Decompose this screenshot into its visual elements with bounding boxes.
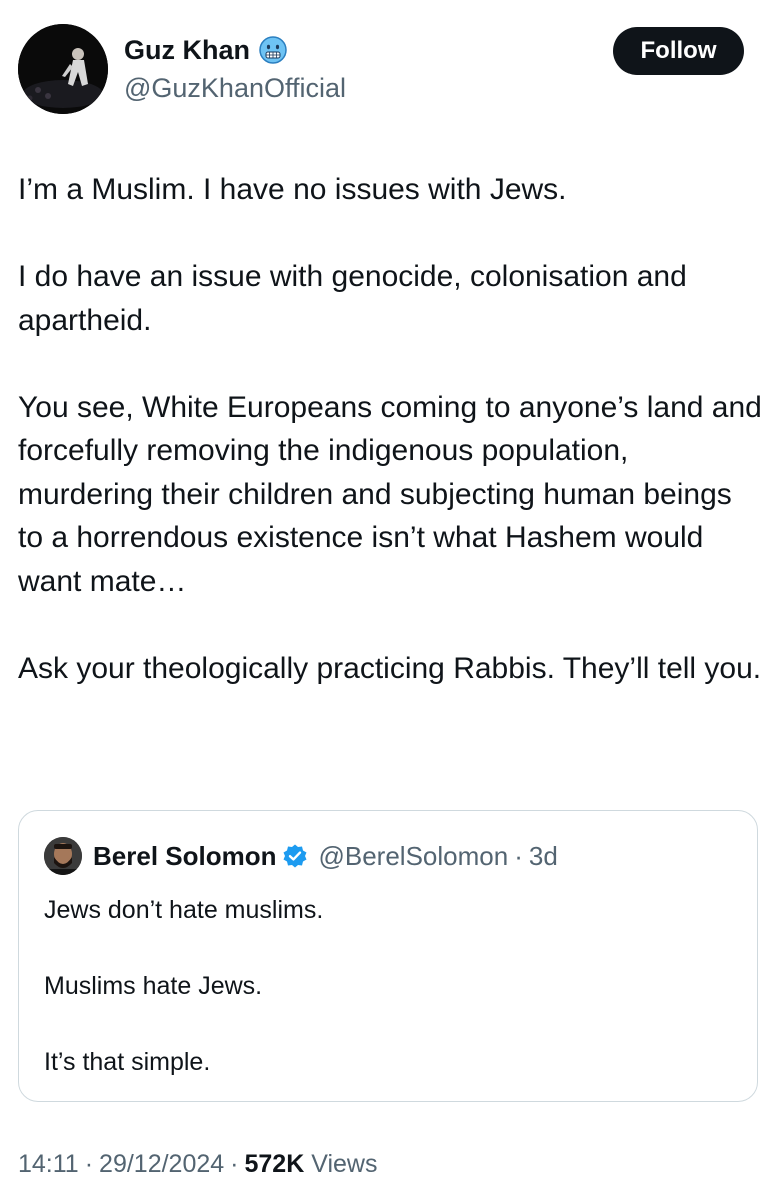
tweet-paragraph: You see, White Europeans coming to anyon… — [18, 390, 762, 598]
author-handle[interactable]: @GuzKhanOfficial — [124, 72, 346, 104]
quote-separator: · — [514, 840, 523, 871]
author-avatar[interactable] — [18, 24, 108, 114]
follow-button[interactable]: Follow — [613, 27, 744, 75]
cold-face-emoji-icon — [258, 35, 288, 65]
quote-paragraph: Jews don’t hate muslims. — [44, 896, 324, 924]
tweet-text: I’m a Muslim. I have no issues with Jews… — [18, 168, 763, 690]
tweet-paragraph: I do have an issue with genocide, coloni… — [18, 260, 687, 337]
quoted-tweet[interactable]: Berel Solomon @BerelSolomon · 3d Jews do… — [18, 810, 758, 1102]
quote-author-name: Berel Solomon — [93, 840, 277, 871]
author-name-row: Guz Khan — [124, 34, 288, 66]
quote-author-handle: @BerelSolomon — [318, 840, 509, 871]
views-label: Views — [311, 1150, 378, 1178]
meta-separator: · — [84, 1150, 94, 1178]
tweet-date[interactable]: 29/12/2024 — [99, 1150, 224, 1178]
quote-paragraph: Muslims hate Jews. — [44, 972, 263, 1000]
author-name[interactable]: Guz Khan — [124, 34, 250, 66]
views-count: 572K — [244, 1150, 305, 1178]
quote-header: Berel Solomon @BerelSolomon · 3d — [44, 837, 558, 875]
quote-text: Jews don’t hate muslims. Muslims hate Je… — [44, 891, 734, 1081]
meta-separator: · — [230, 1150, 239, 1178]
quote-author-avatar[interactable] — [44, 837, 82, 875]
quote-paragraph: It’s that simple. — [44, 1048, 211, 1076]
tweet-card: Guz Khan @GuzKhanOfficial Follow I’m a M… — [0, 0, 778, 1200]
tweet-paragraph: Ask your theologically practicing Rabbis… — [18, 651, 762, 685]
quote-timestamp: 3d — [528, 840, 558, 871]
tweet-paragraph: I’m a Muslim. I have no issues with Jews… — [18, 173, 567, 206]
tweet-time[interactable]: 14:11 — [18, 1150, 79, 1178]
tweet-meta: 14:11 · 29/12/2024 · 572K Views — [18, 1150, 377, 1179]
verified-badge-icon — [282, 843, 308, 869]
